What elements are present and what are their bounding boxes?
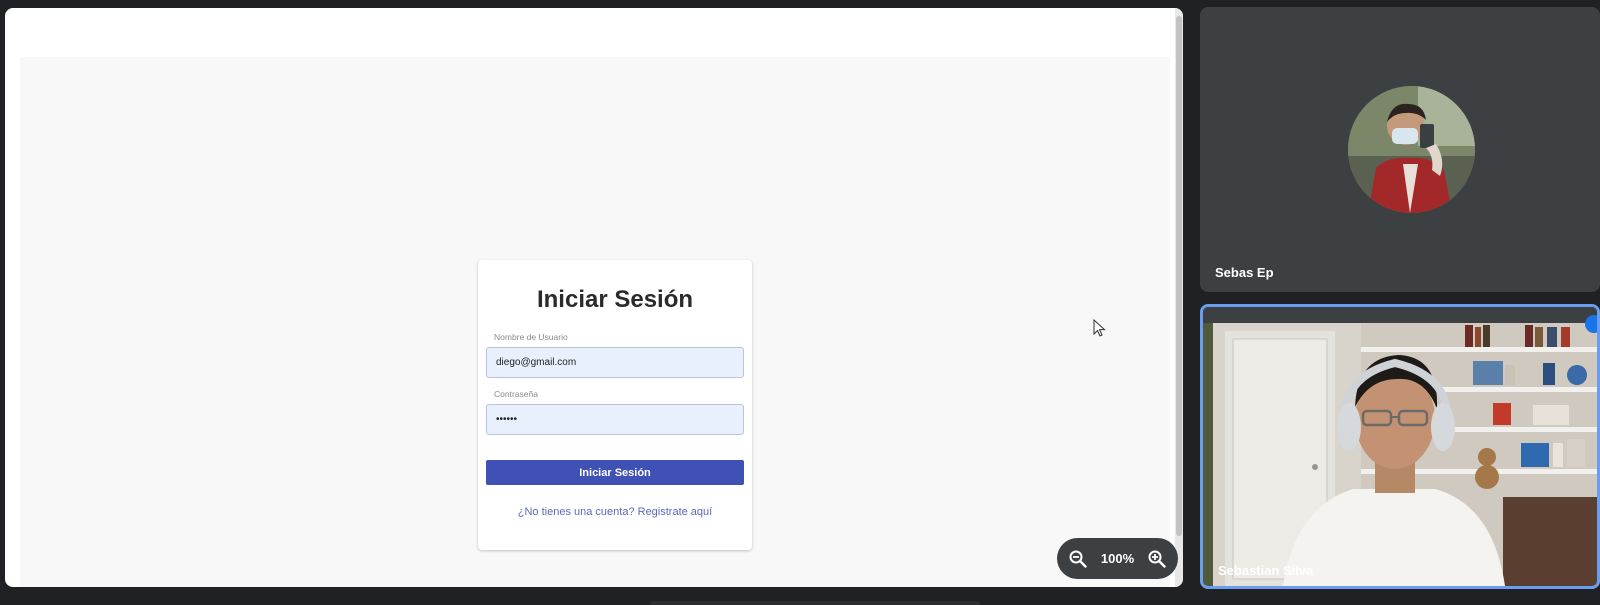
zoom-level: 100% bbox=[1100, 551, 1135, 566]
username-field[interactable] bbox=[486, 347, 744, 378]
bottom-toolbar-edge bbox=[650, 601, 980, 605]
zoom-out-icon bbox=[1069, 550, 1087, 568]
participant-name: Sebastian Silva bbox=[1218, 563, 1314, 578]
zoom-control: 100% bbox=[1057, 538, 1178, 579]
zoom-out-button[interactable] bbox=[1067, 548, 1089, 570]
zoom-in-icon bbox=[1148, 550, 1166, 568]
page-title: Iniciar Sesión bbox=[536, 286, 694, 313]
scrollbar-thumb[interactable] bbox=[1176, 16, 1182, 536]
login-submit-button[interactable]: Iniciar Sesión bbox=[486, 460, 744, 485]
mouse-pointer-icon bbox=[1093, 319, 1106, 337]
register-link[interactable]: ¿No tienes una cuenta? Registrate aquí bbox=[478, 506, 752, 518]
video-feed bbox=[1203, 307, 1597, 586]
avatar bbox=[1348, 86, 1475, 213]
password-label: Contraseña bbox=[494, 389, 538, 399]
password-field[interactable] bbox=[486, 404, 744, 435]
pin-indicator[interactable] bbox=[1585, 315, 1597, 333]
participant-tile[interactable]: Sebas Ep bbox=[1200, 7, 1600, 292]
page-scrollbar[interactable] bbox=[1175, 8, 1183, 587]
avatar-photo-icon bbox=[1348, 86, 1475, 213]
username-label: Nombre de Usuario bbox=[494, 332, 568, 342]
shared-screen: Iniciar Sesión Nombre de Usuario Contras… bbox=[5, 8, 1183, 587]
participant-name: Sebas Ep bbox=[1215, 265, 1274, 280]
browser-viewport: Iniciar Sesión Nombre de Usuario Contras… bbox=[20, 57, 1170, 587]
participant-tile-active[interactable]: Sebastian Silva bbox=[1200, 304, 1600, 589]
zoom-in-button[interactable] bbox=[1146, 548, 1168, 570]
login-card: Iniciar Sesión Nombre de Usuario Contras… bbox=[478, 260, 752, 550]
